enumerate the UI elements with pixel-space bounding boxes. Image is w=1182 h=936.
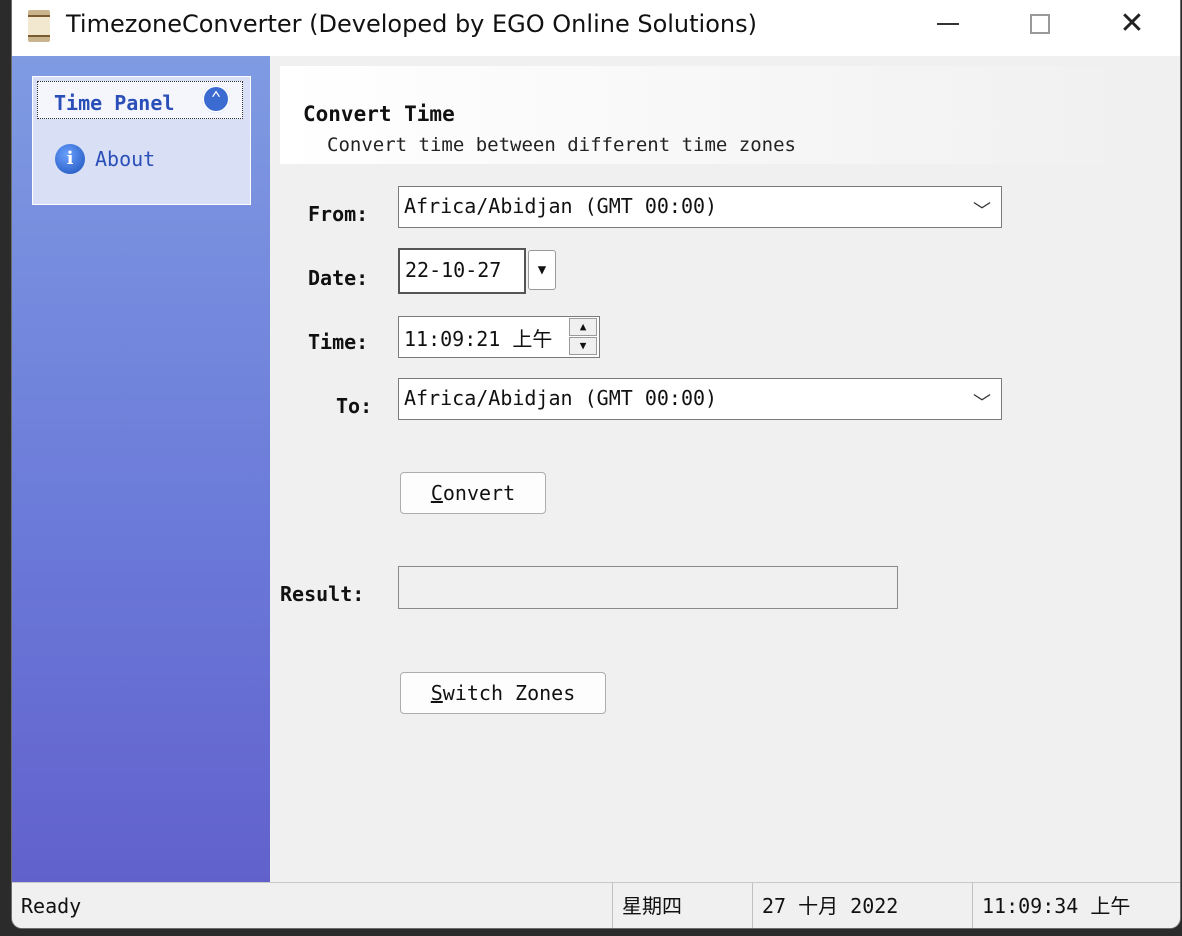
time-label: Time:: [308, 330, 369, 354]
minimize-button[interactable]: [902, 0, 994, 48]
page-subtitle: Convert time between different time zone…: [327, 134, 796, 154]
chevron-down-icon: ﹀: [973, 201, 991, 222]
page-title: Convert Time: [303, 102, 455, 126]
caret-down-icon: ▼: [579, 339, 587, 352]
date-field[interactable]: 22-10-27: [398, 248, 526, 294]
date-picker-button[interactable]: ▼: [528, 250, 556, 290]
result-field[interactable]: [398, 566, 898, 609]
time-panel-title: Time Panel: [54, 91, 175, 115]
time-value: 11:09:21 上午: [404, 327, 553, 351]
date-label: Date:: [308, 266, 369, 290]
close-icon: ✕: [1119, 6, 1145, 41]
caret-up-icon: ▲: [579, 320, 587, 333]
page-header: Convert Time Convert time between differ…: [280, 66, 1142, 164]
time-field[interactable]: 11:09:21 上午 ▲ ▼: [398, 316, 600, 358]
time-panel-group: Time Panel ⌃ i About: [32, 76, 251, 205]
app-window: TimezoneConverter (Developed by EGO Onli…: [12, 0, 1180, 928]
convert-button[interactable]: Convert: [400, 472, 546, 514]
to-label: To:: [336, 394, 373, 418]
convert-mnemonic: C: [430, 481, 443, 505]
main-content: Convert Time Convert time between differ…: [270, 56, 1180, 882]
hourglass-icon: [28, 10, 50, 42]
double-chevron-up-icon[interactable]: ⌃: [202, 85, 230, 113]
from-label: From:: [308, 202, 369, 226]
convert-button-label: onvert: [442, 481, 516, 505]
sidebar: Time Panel ⌃ i About: [12, 56, 270, 882]
status-ready: Ready: [21, 894, 82, 918]
time-panel-header[interactable]: Time Panel ⌃: [37, 81, 243, 119]
chevron-down-icon: ﹀: [973, 393, 991, 414]
status-date: 27 十月 2022: [752, 883, 972, 928]
to-timezone-value: Africa/Abidjan (GMT 00:00): [404, 386, 718, 410]
switch-zones-label: witch Zones: [442, 681, 576, 705]
caret-down-icon: ▼: [537, 262, 547, 278]
time-spin-up-button[interactable]: ▲: [569, 318, 597, 336]
title-bar: TimezoneConverter (Developed by EGO Onli…: [12, 0, 1180, 56]
result-label: Result:: [280, 582, 365, 606]
date-value: 22-10-27: [405, 258, 502, 282]
switch-zones-button[interactable]: Switch Zones: [400, 672, 606, 714]
from-timezone-value: Africa/Abidjan (GMT 00:00): [404, 194, 718, 218]
from-timezone-select[interactable]: Africa/Abidjan (GMT 00:00) ﹀: [398, 186, 1002, 228]
sidebar-item-about[interactable]: i About: [55, 143, 155, 175]
window-title: TimezoneConverter (Developed by EGO Onli…: [66, 10, 757, 38]
sidebar-item-label: About: [95, 147, 156, 171]
minimize-icon: [937, 23, 959, 25]
close-button[interactable]: ✕: [1086, 0, 1178, 48]
maximize-button[interactable]: [994, 0, 1086, 48]
status-weekday: 星期四: [612, 883, 752, 928]
switch-mnemonic: S: [430, 681, 443, 705]
info-icon: i: [55, 144, 85, 174]
status-bar: Ready 星期四 27 十月 2022 11:09:34 上午: [12, 882, 1180, 928]
maximize-icon: [1030, 14, 1050, 34]
time-spin-down-button[interactable]: ▼: [569, 337, 597, 355]
to-timezone-select[interactable]: Africa/Abidjan (GMT 00:00) ﹀: [398, 378, 1002, 420]
status-time: 11:09:34 上午: [972, 883, 1180, 928]
